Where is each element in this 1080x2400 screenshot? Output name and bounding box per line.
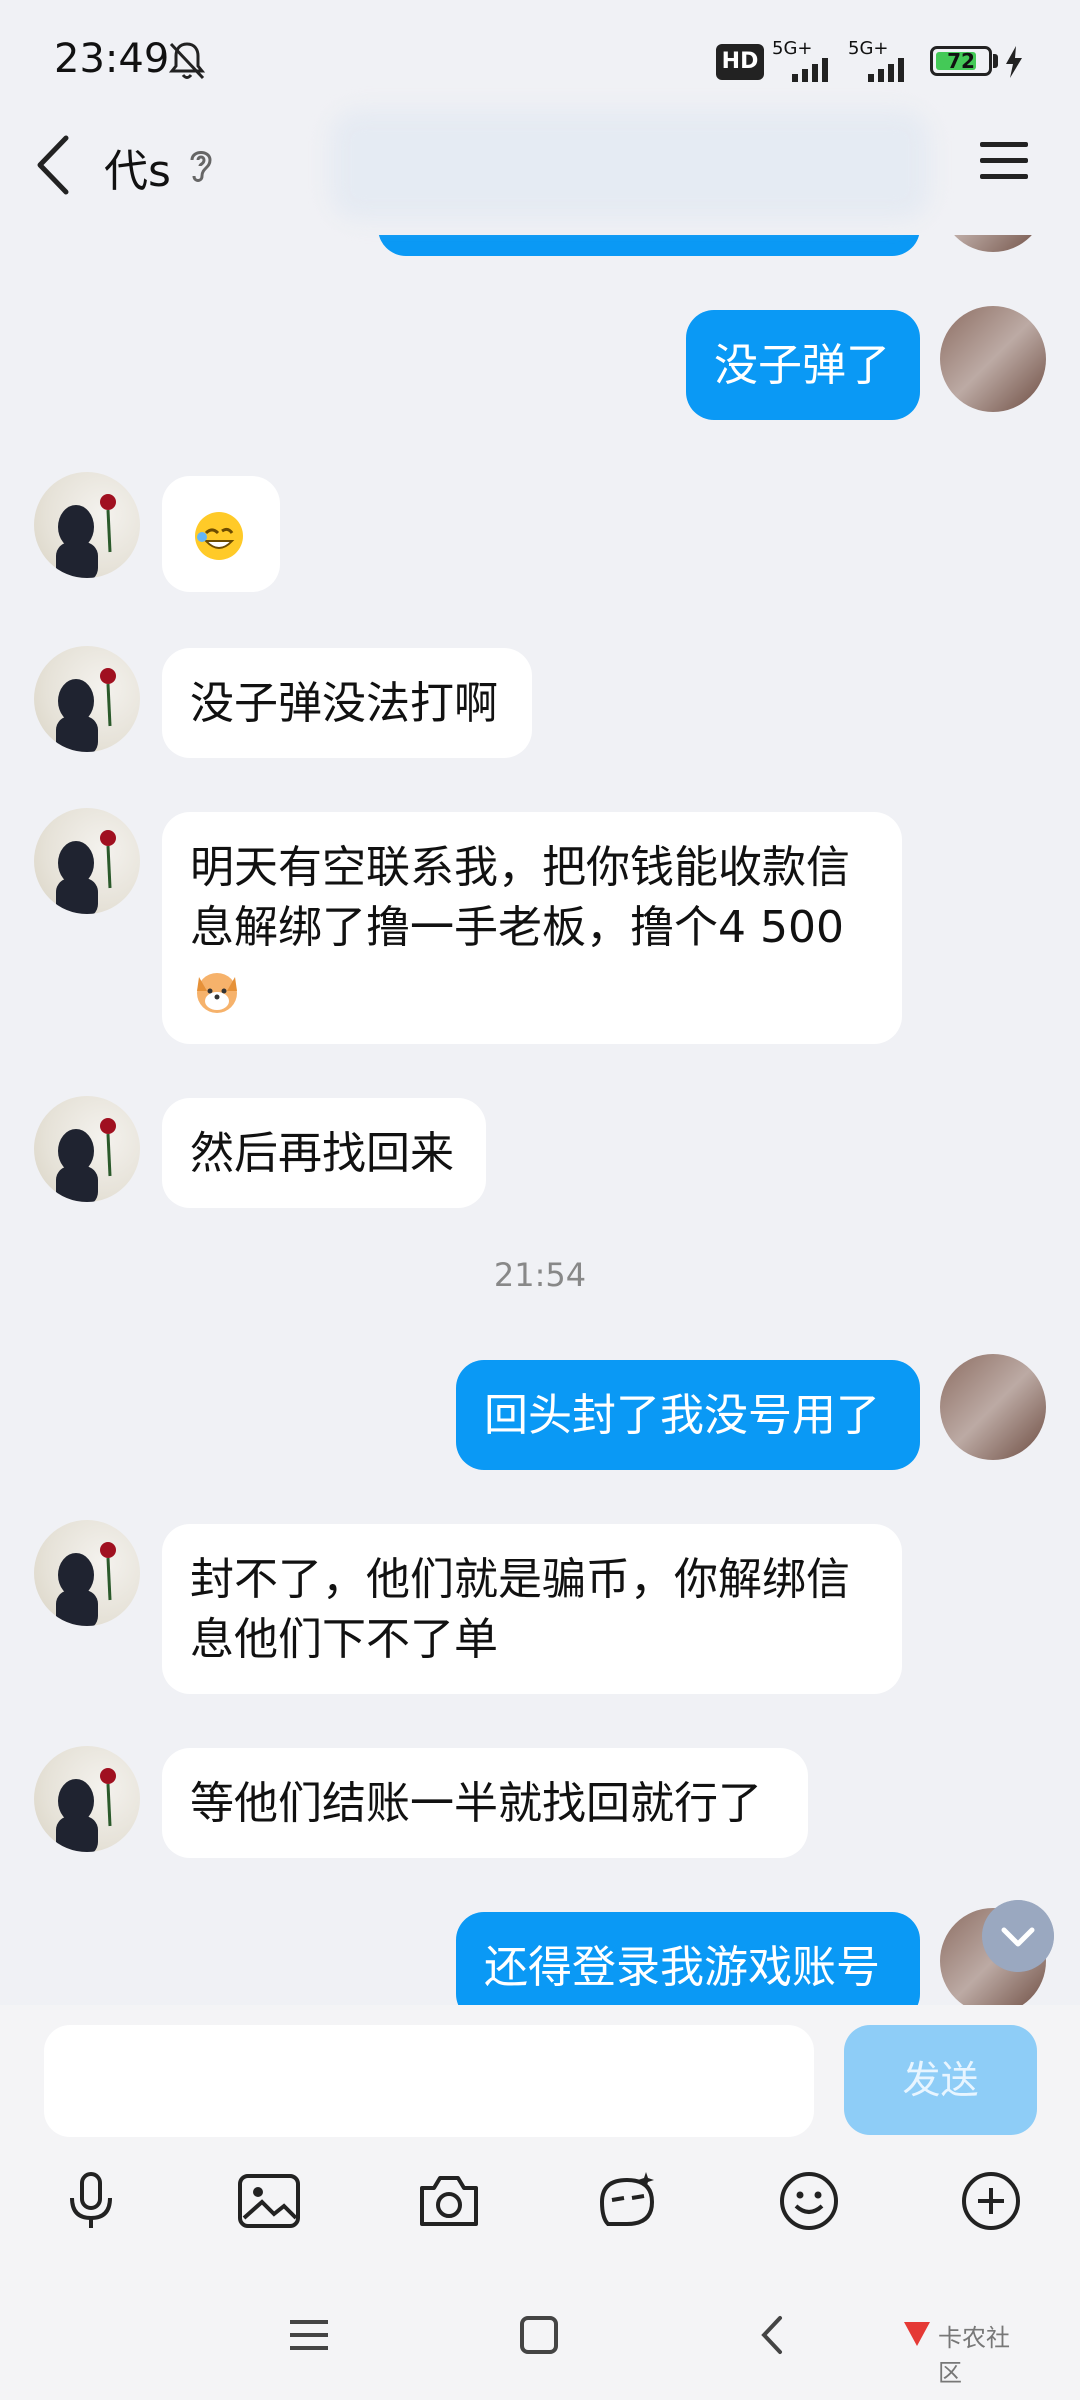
emoji-message-bubble[interactable] (162, 476, 280, 592)
scroll-to-bottom-button[interactable] (982, 1900, 1054, 1972)
contact-avatar[interactable] (34, 646, 140, 752)
header-blur-overlay (330, 110, 930, 220)
message-bubble-other[interactable]: 没子弹没法打啊 (162, 648, 532, 758)
menu-icon[interactable] (978, 138, 1030, 184)
camera-icon[interactable] (416, 2168, 482, 2234)
status-time: 23:49 (54, 36, 170, 82)
charging-icon (1006, 46, 1022, 78)
message-bubble-other[interactable]: 封不了，他们就是骗币，你解绑信 息他们下不了单 (162, 1524, 902, 1694)
chat-title[interactable]: 代s (104, 135, 171, 199)
chat-area[interactable]: 没子弹了 没子弹没法打啊 明天有空联系我，把你钱能收款信 息解绑了撸一手老板，撸… (0, 0, 1080, 2005)
message-line: 封不了，他们就是骗币，你解绑信 (190, 1554, 850, 1605)
image-icon[interactable] (236, 2168, 302, 2234)
message-timestamp: 21:54 (493, 1256, 587, 1294)
contact-avatar[interactable] (34, 1096, 140, 1202)
message-input[interactable] (44, 2025, 814, 2137)
emoji-icon[interactable] (776, 2168, 842, 2234)
plus-icon[interactable] (958, 2168, 1024, 2234)
message-bubble-other[interactable]: 等他们结账一半就找回就行了 (162, 1748, 808, 1858)
mic-icon[interactable] (58, 2168, 124, 2234)
message-bubble-other[interactable]: 明天有空联系我，把你钱能收款信 息解绑了撸一手老板，撸个4 500 (162, 812, 902, 1044)
my-avatar[interactable] (940, 1354, 1046, 1460)
message-bubble-me[interactable]: 没子弹了 (686, 310, 920, 420)
signal-2: 5G+ (848, 38, 918, 82)
message-line: 息他们下不了单 (190, 1614, 498, 1665)
contact-avatar[interactable] (34, 1746, 140, 1852)
mute-bell-icon (168, 42, 206, 80)
message-bubble-me[interactable]: 还得登录我游戏账号 (456, 1912, 920, 2005)
battery-tip (993, 54, 998, 68)
message-bubble-other[interactable]: 然后再找回来 (162, 1098, 486, 1208)
send-button[interactable]: 发送 (844, 2025, 1037, 2135)
back-arrow-icon[interactable] (30, 130, 80, 200)
battery-indicator: 72 (930, 46, 992, 76)
status-bar: 23:49 HD 5G+ 5G+ 72 (0, 0, 1080, 125)
nav-back-icon[interactable] (748, 2310, 798, 2360)
contact-avatar[interactable] (34, 808, 140, 914)
contact-avatar[interactable] (34, 1520, 140, 1626)
dog-emoji-icon (197, 973, 237, 1013)
watermark-logo: 卡农社区 (900, 2312, 1030, 2387)
message-bubble-me[interactable]: 回头封了我没号用了 (456, 1360, 920, 1470)
sticker-icon[interactable] (594, 2168, 660, 2234)
contact-avatar[interactable] (34, 472, 140, 578)
nav-home-icon[interactable] (514, 2310, 564, 2360)
signal-1: 5G+ (772, 38, 842, 82)
hd-badge: HD (716, 44, 764, 80)
my-avatar[interactable] (940, 306, 1046, 412)
message-line: 息解绑了撸一手老板，撸个4 500 (190, 902, 844, 953)
ear-icon (190, 151, 212, 182)
nav-menu-icon[interactable] (284, 2310, 334, 2360)
message-line: 明天有空联系我，把你钱能收款信 (190, 842, 850, 893)
laughing-emoji-icon (195, 512, 243, 560)
